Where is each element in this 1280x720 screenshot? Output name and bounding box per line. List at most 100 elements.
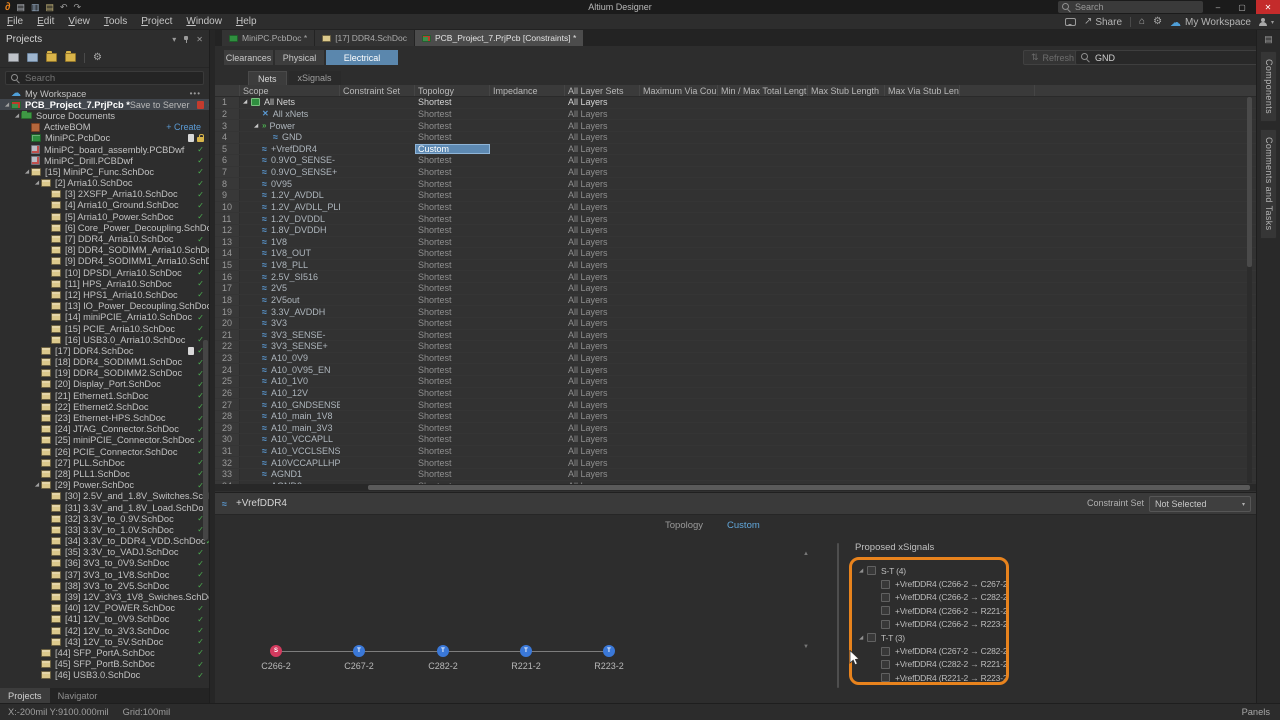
impedance-cell[interactable] <box>490 434 565 445</box>
min-max-length-cell[interactable] <box>718 213 808 224</box>
tree-item[interactable]: [31] 3.3V_and_1.8V_Load.SchDoc✓ <box>0 502 209 513</box>
min-max-length-cell[interactable] <box>718 202 808 213</box>
topology-cell[interactable]: Shortest <box>415 213 490 224</box>
min-max-length-cell[interactable] <box>718 341 808 352</box>
impedance-cell[interactable] <box>490 271 565 282</box>
tree-item[interactable]: [5] Arria10_Power.SchDoc ✓ <box>0 211 209 222</box>
max-via-count-cell[interactable] <box>640 295 718 306</box>
impedance-cell[interactable] <box>490 155 565 166</box>
tree-item[interactable]: [13] IO_Power_Decoupling.SchDoc✓ <box>0 301 209 312</box>
table-row[interactable]: 8 ≈0V95 Shortest All Layers <box>215 178 1256 190</box>
topology-node[interactable]: T <box>437 645 449 657</box>
undo-icon[interactable]: ↶ <box>60 2 68 13</box>
min-max-length-cell[interactable] <box>718 271 808 282</box>
min-max-length-cell[interactable] <box>718 399 808 410</box>
tree-item[interactable]: [6] Core_Power_Decoupling.SchDoc✓ <box>0 222 209 233</box>
max-stub-cell[interactable] <box>808 376 885 387</box>
xsignal-item[interactable]: +VrefDDR4 (C266-2 → C267-2) <box>857 577 1006 590</box>
redo-icon[interactable]: ↷ <box>74 2 82 13</box>
tree-item[interactable]: [23] Ethernet-HPS.SchDoc ✓ <box>0 412 209 423</box>
max-via-stub-cell[interactable] <box>885 341 960 352</box>
layer-sets-cell[interactable]: All Layers <box>565 423 640 434</box>
expand-icon[interactable]: ◢ <box>23 169 31 175</box>
max-via-stub-cell[interactable] <box>885 469 960 480</box>
tree-item[interactable]: ActiveBOM + Create <box>0 122 209 133</box>
column-header[interactable]: Max Stub Length <box>808 85 885 96</box>
scope-cell[interactable]: ≈ A10_0V9 <box>240 353 340 364</box>
max-stub-cell[interactable] <box>808 178 885 189</box>
max-via-count-cell[interactable] <box>640 132 718 143</box>
tree-item[interactable]: ◢ [2] Arria10.SchDoc ✓ <box>0 178 209 189</box>
max-via-stub-cell[interactable] <box>885 237 960 248</box>
constraint-set-cell[interactable] <box>340 411 415 422</box>
min-max-length-cell[interactable] <box>718 97 808 108</box>
topology-cell[interactable]: Shortest <box>415 202 490 213</box>
max-via-stub-cell[interactable] <box>885 399 960 410</box>
max-via-stub-cell[interactable] <box>885 132 960 143</box>
impedance-cell[interactable] <box>490 318 565 329</box>
right-tab-comments-and-tasks[interactable]: Comments and Tasks <box>1260 129 1277 239</box>
layer-sets-cell[interactable]: All Layers <box>565 237 640 248</box>
table-row[interactable]: 14 ≈1V8_OUT Shortest All Layers <box>215 248 1256 260</box>
tree-item[interactable]: ☁ My Workspace ••• <box>0 88 209 99</box>
table-row[interactable]: 2 ✕ All xNets Shortest All Layers <box>215 108 1256 121</box>
max-stub-cell[interactable] <box>808 469 885 480</box>
max-via-stub-cell[interactable] <box>885 271 960 282</box>
layer-sets-cell[interactable]: All Layers <box>565 109 640 120</box>
column-header[interactable]: Topology <box>415 85 490 96</box>
layer-sets-cell[interactable]: All Layers <box>565 283 640 294</box>
max-stub-cell[interactable] <box>808 109 885 120</box>
min-max-length-cell[interactable] <box>718 237 808 248</box>
column-header[interactable]: Min / Max Total Lengt <box>718 85 808 96</box>
panel-dock-icon[interactable]: ▤ <box>1257 34 1280 45</box>
topology-node[interactable]: T <box>603 645 615 657</box>
xsignal-item[interactable]: +VrefDDR4 (R221-2 → R223-2) <box>857 671 1006 682</box>
tree-item[interactable]: [9] DDR4_SODIMM1_Arria10.SchDoc✓ <box>0 256 209 267</box>
topology-node[interactable]: T <box>353 645 365 657</box>
scope-cell[interactable]: ≈ A10_main_1V8 <box>240 411 340 422</box>
max-via-count-cell[interactable] <box>640 190 718 201</box>
refresh-button[interactable]: ⇅ Refresh <box>1023 50 1083 65</box>
max-via-count-cell[interactable] <box>640 318 718 329</box>
topology-cell[interactable]: Shortest <box>415 178 490 189</box>
layer-sets-cell[interactable]: All Layers <box>565 225 640 236</box>
expand-icon[interactable]: ◢ <box>3 102 11 108</box>
min-max-length-cell[interactable] <box>718 411 808 422</box>
scope-cell[interactable]: ≈ GND <box>240 132 340 143</box>
topology-cell[interactable]: Shortest <box>415 318 490 329</box>
table-row[interactable]: 23 ≈ A10_0V9 Shortest All Layers <box>215 352 1256 365</box>
layer-sets-cell[interactable]: All Layers <box>565 469 640 480</box>
min-max-length-cell[interactable] <box>718 167 808 178</box>
comment-icon[interactable] <box>1064 18 1076 26</box>
max-via-stub-cell[interactable] <box>885 120 960 131</box>
table-row[interactable]: 32 ≈ A10VCCAPLLHPS Shortest All Layers <box>215 457 1256 469</box>
expand-icon[interactable]: ◢ <box>33 482 41 488</box>
tree-item[interactable]: [46] USB3.0.SchDoc ✓ <box>0 670 209 681</box>
max-stub-cell[interactable] <box>808 283 885 294</box>
min-max-length-cell[interactable] <box>718 132 808 143</box>
max-via-count-cell[interactable] <box>640 434 718 445</box>
max-via-count-cell[interactable] <box>640 423 718 434</box>
min-max-length-cell[interactable] <box>718 295 808 306</box>
max-via-count-cell[interactable] <box>640 457 718 468</box>
max-via-stub-cell[interactable] <box>885 202 960 213</box>
user-menu-button[interactable]: ▾ <box>1259 17 1274 27</box>
tree-item[interactable]: MiniPC_board_assembly.PCBDwf ✓ <box>0 144 209 155</box>
constraint-set-cell[interactable] <box>340 213 415 224</box>
scope-cell[interactable]: ≈1V8_OUT <box>240 248 340 259</box>
constraint-set-cell[interactable] <box>340 423 415 434</box>
max-via-stub-cell[interactable] <box>885 353 960 364</box>
tree-item[interactable]: [3] 2XSFP_Arria10.SchDoc ✓ <box>0 189 209 200</box>
scope-cell[interactable]: ≈1.2V_DVDDL <box>240 213 340 224</box>
constraint-set-cell[interactable] <box>340 167 415 178</box>
scope-cell[interactable]: ≈0V95 <box>240 178 340 189</box>
layer-sets-cell[interactable]: All Layers <box>565 341 640 352</box>
max-stub-cell[interactable] <box>808 399 885 410</box>
max-via-count-cell[interactable] <box>640 446 718 457</box>
table-row[interactable]: 30 ≈ A10_VCCAPLL Shortest All Layers <box>215 434 1256 446</box>
max-via-stub-cell[interactable] <box>885 248 960 259</box>
max-via-stub-cell[interactable] <box>885 376 960 387</box>
table-row[interactable]: 19 ≈3.3V_AVDDH Shortest All Layers <box>215 306 1256 318</box>
table-row[interactable]: 10 ≈1.2V_AVDLL_PLL Shortest All Layers <box>215 201 1256 214</box>
max-via-stub-cell[interactable] <box>885 109 960 120</box>
